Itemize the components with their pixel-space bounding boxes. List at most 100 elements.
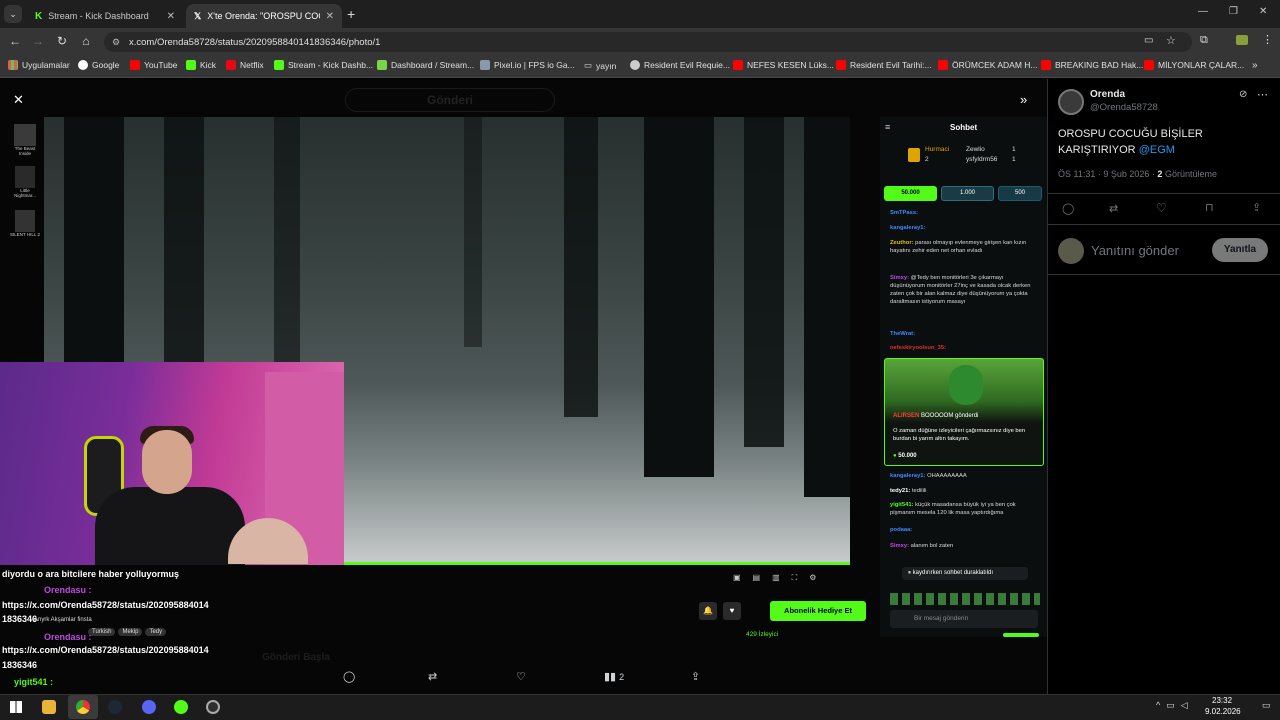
bookmark-dashboard[interactable]: Dashboard / Stream... <box>377 60 474 70</box>
bookmark-resident-tarihi[interactable]: Resident Evil Tarihi:... <box>836 60 932 70</box>
chat-message: kangaleray1: <box>890 225 926 231</box>
gift-sub-button[interactable]: Abonelik Hediye Et <box>770 601 866 621</box>
address-bar[interactable]: ⚙ x.com/Orenda58728/status/2020958840141… <box>104 32 1192 52</box>
overlay-line: https://x.com/Orenda58728/status/2020958… <box>2 600 209 610</box>
close-tab-icon[interactable]: ✕ <box>167 11 175 22</box>
my-avatar <box>1058 238 1084 264</box>
collapse-sidebar-icon[interactable]: » <box>1020 92 1027 107</box>
gift-title: ALIRSEN BOOOOOM gönderdi <box>893 413 979 419</box>
close-window-icon[interactable]: ✕ <box>1259 6 1267 17</box>
game-thumb-beast-inside[interactable]: The Beast Inside <box>12 124 38 168</box>
bookmark-folder-yayin[interactable]: ▭ yayın <box>584 60 616 71</box>
overlay-faded-line: Anyrk Akşamlar finsta <box>34 617 92 623</box>
clock-time: 23:32 <box>1212 696 1233 705</box>
bookmark-youtube[interactable]: YouTube <box>130 60 177 70</box>
sidebar-share-icon[interactable]: ⇪ <box>1252 201 1261 214</box>
forward-icon[interactable]: → <box>30 34 46 48</box>
sidebar-retweet-icon[interactable]: ⇄ <box>1109 202 1118 215</box>
author-avatar[interactable] <box>1058 89 1084 115</box>
grok-icon[interactable]: ⊘ <box>1239 89 1247 100</box>
bar-chart-icon: ▮▮ <box>604 671 617 683</box>
bookmark-milyonlar[interactable]: MİLYONLAR ÇALAR... <box>1144 60 1244 70</box>
bookmark-star-icon[interactable]: ☆ <box>1166 34 1176 47</box>
reply-input[interactable]: Yanıtını gönder <box>1091 243 1179 258</box>
tab-x-post[interactable]: 𝕏 X'te Orenda: "OROSPU COCUĞ ✕ <box>186 4 342 28</box>
extensions-icon[interactable]: ⧉ <box>1200 34 1208 47</box>
obs-icon[interactable] <box>206 700 220 714</box>
bookmark-stream-kick[interactable]: Stream - Kick Dashb... <box>274 60 373 70</box>
chat-collapse-icon[interactable]: ≡ <box>885 122 890 132</box>
chat-message: Simxy: @Tedy ben monitörleri 3e çıkarmay… <box>890 275 1031 305</box>
views-button[interactable]: ▮▮ 2 <box>604 670 624 683</box>
bookmark-breaking-bad[interactable]: BREAKING BAD Hak... <box>1041 60 1143 70</box>
more-options-icon[interactable]: ⋯ <box>1257 88 1268 101</box>
retweet-icon[interactable]: ⇄ <box>428 670 437 683</box>
kick-app-icon[interactable] <box>174 700 188 714</box>
tab-kick-dashboard[interactable]: K Stream - Kick Dashboard ✕ <box>27 4 183 28</box>
follow-heart-button[interactable]: ♥ <box>723 602 741 620</box>
bookmark-apps[interactable]: Uygulamalar <box>8 60 70 70</box>
notification-center-icon[interactable]: ▭ <box>1262 700 1271 711</box>
faded-header: Gönderi <box>345 88 555 112</box>
google-icon <box>78 60 88 70</box>
steam-icon[interactable] <box>108 700 122 714</box>
profile-avatar[interactable] <box>1236 35 1248 45</box>
goal-1000[interactable]: 1.000 <box>941 186 994 201</box>
minimize-icon[interactable]: — <box>1198 6 1208 17</box>
coin-icon: ● <box>893 453 897 459</box>
x-logo-icon: 𝕏 <box>194 10 202 21</box>
like-icon[interactable]: ♡ <box>516 670 526 683</box>
chat-message: podaaa: <box>890 527 913 533</box>
close-viewer-icon[interactable]: ✕ <box>13 92 24 108</box>
globe-icon <box>630 60 640 70</box>
tweet-meta: ÖS 11:31 · 9 Şub 2026 · 2 Görüntüleme <box>1058 169 1217 179</box>
bookmark-google[interactable]: Google <box>78 60 119 70</box>
crown-icon <box>908 148 920 162</box>
sidebar-reply-icon[interactable]: ◯ <box>1062 202 1074 215</box>
youtube-icon <box>733 60 743 70</box>
overlay-line: diyordu o ara bitcilere haber yolluyormu… <box>2 569 180 579</box>
bookmark-resident-evil[interactable]: Resident Evil Requie... <box>630 60 730 70</box>
close-tab-icon[interactable]: ✕ <box>326 11 334 22</box>
bookmark-netflix[interactable]: Netflix <box>226 60 264 70</box>
file-explorer-icon[interactable] <box>42 700 56 714</box>
home-icon[interactable]: ⌂ <box>78 34 94 48</box>
bookmark-orumcek[interactable]: ÖRÜMCEK ADAM H... <box>938 60 1037 70</box>
cast-icon[interactable]: ▭ <box>1144 35 1153 46</box>
author-name[interactable]: Orenda <box>1090 89 1125 100</box>
game-thumb-silent-hill[interactable]: SILENT HILL 2 <box>8 210 42 246</box>
discord-icon[interactable] <box>142 700 156 714</box>
folder-icon: ▭ <box>584 60 593 70</box>
site-info-icon[interactable]: ⚙ <box>112 37 120 48</box>
goal-500[interactable]: 500 <box>998 186 1042 201</box>
bookmarks-overflow-icon[interactable]: » <box>1252 60 1258 71</box>
chat-send-button[interactable] <box>1003 633 1039 637</box>
bookmark-pixel[interactable]: Pixel.io | FPS io Ga... <box>480 60 575 70</box>
goal-50000[interactable]: 50.000 <box>884 186 937 201</box>
sidebar-like-icon[interactable]: ♡ <box>1156 201 1167 215</box>
reload-icon[interactable]: ↻ <box>54 34 70 48</box>
notification-button[interactable]: 🔔 <box>699 602 717 620</box>
game-thumb-little-nightmares[interactable]: Little Nightmar... <box>10 166 40 210</box>
author-handle[interactable]: @Orenda58728 <box>1090 102 1158 113</box>
new-tab-button[interactable]: + <box>347 6 355 22</box>
chat-paused-banner[interactable]: ⏸ kaydırırken sohbet duraklatıldı <box>902 567 1028 580</box>
reply-icon[interactable]: ◯ <box>343 670 355 683</box>
reply-button[interactable]: Yanıtla <box>1212 238 1268 262</box>
overlay-line: 1836346 <box>2 614 38 624</box>
chat-message: nefeskiryoolsun_35: <box>890 345 947 351</box>
menu-icon[interactable]: ⋮ <box>1262 33 1273 46</box>
bookmark-kick[interactable]: Kick <box>186 60 216 70</box>
restore-icon[interactable]: ❐ <box>1229 6 1238 17</box>
tab-search-button[interactable]: ⌄ <box>4 5 22 23</box>
sidebar-bookmark-icon[interactable]: ⊓ <box>1205 201 1214 214</box>
leaderboard: Hurmaci 2 Zewlio 1 ysfyldrm56 1 <box>906 145 1040 169</box>
share-icon[interactable]: ⇪ <box>691 670 700 683</box>
windows-start-icon[interactable] <box>10 701 22 713</box>
chrome-icon[interactable] <box>76 700 90 714</box>
mention-link[interactable]: @EGM <box>1139 144 1175 156</box>
viewer-count: 429 İzleyici <box>746 631 779 638</box>
bookmark-nefes-kesen[interactable]: NEFES KESEN Lüks... <box>733 60 834 70</box>
chat-input[interactable]: Bir mesaj gönderin <box>890 610 1038 628</box>
back-icon[interactable]: ← <box>7 34 23 48</box>
